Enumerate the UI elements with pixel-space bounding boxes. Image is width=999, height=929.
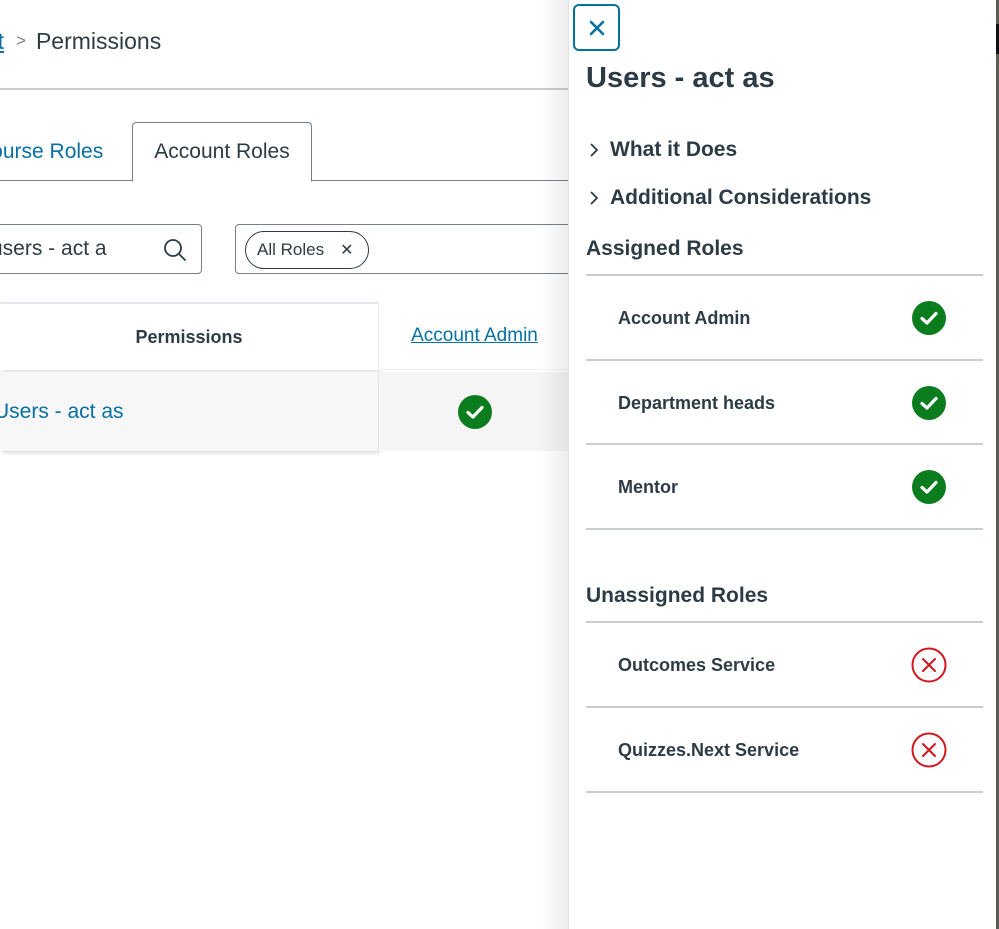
breadcrumb-parent-link[interactable]: Account	[0, 28, 4, 55]
divider	[586, 791, 983, 793]
tab-account-roles[interactable]: Account Roles	[132, 122, 312, 182]
permission-details-tray: Users - act as What it Does Additional C…	[568, 0, 996, 929]
unassigned-role-item: Outcomes Service	[586, 623, 983, 707]
permission-search-input[interactable]: users - act a	[0, 224, 202, 274]
toggle-label: Additional Considerations	[610, 186, 872, 209]
permissions-column-header: Permissions	[0, 302, 378, 370]
check-circle-icon	[912, 386, 946, 420]
toggle-additional-considerations[interactable]: Additional Considerations	[586, 186, 871, 210]
role-tabs: Course Roles Account Roles	[0, 122, 570, 182]
tray-title: Users - act as	[586, 62, 775, 94]
chevron-right-icon	[590, 143, 599, 157]
table-row: Users - act as	[0, 372, 378, 451]
role-name: Account Admin	[618, 307, 751, 328]
check-circle-icon	[912, 301, 946, 335]
search-input-value[interactable]: users - act a	[0, 237, 141, 261]
header-divider	[0, 88, 570, 90]
assigned-role-item: Mentor	[586, 445, 983, 529]
unassigned-role-item: Quizzes.Next Service	[586, 708, 983, 792]
assigned-roles-heading: Assigned Roles	[586, 237, 744, 260]
role-filter-tag[interactable]: All Roles ✕	[245, 231, 369, 269]
permission-link[interactable]: Users - act as	[0, 400, 124, 424]
tab-course-roles[interactable]: Course Roles	[0, 122, 103, 181]
toggle-what-it-does[interactable]: What it Does	[586, 138, 737, 162]
chevron-right-icon	[590, 191, 599, 205]
role-name: Quizzes.Next Service	[618, 739, 800, 760]
close-icon[interactable]: ✕	[340, 240, 353, 260]
search-icon[interactable]	[163, 238, 187, 262]
role-name: Outcomes Service	[618, 654, 776, 675]
x-circle-icon	[911, 647, 947, 683]
tray-shadow	[540, 0, 570, 929]
x-circle-icon	[911, 732, 947, 768]
role-column-link[interactable]: Account Admin	[411, 325, 538, 347]
role-name: Department heads	[618, 392, 776, 413]
role-name: Mentor	[618, 476, 678, 497]
divider	[586, 528, 983, 530]
check-circle-icon[interactable]	[457, 394, 493, 430]
breadcrumb: Account > Permissions	[0, 26, 161, 56]
close-icon	[589, 20, 604, 35]
breadcrumb-separator-icon: >	[16, 31, 26, 50]
assigned-role-item: Account Admin	[586, 276, 983, 360]
role-filter-tag-label: All Roles	[257, 240, 325, 259]
unassigned-roles-heading: Unassigned Roles	[586, 584, 769, 607]
check-circle-icon	[912, 470, 946, 504]
close-tray-button[interactable]	[573, 4, 620, 51]
role-filter-select[interactable]: All Roles ✕	[235, 224, 575, 274]
assigned-role-item: Department heads	[586, 361, 983, 445]
toggle-label: What it Does	[610, 138, 738, 161]
breadcrumb-current: Permissions	[35, 27, 162, 54]
